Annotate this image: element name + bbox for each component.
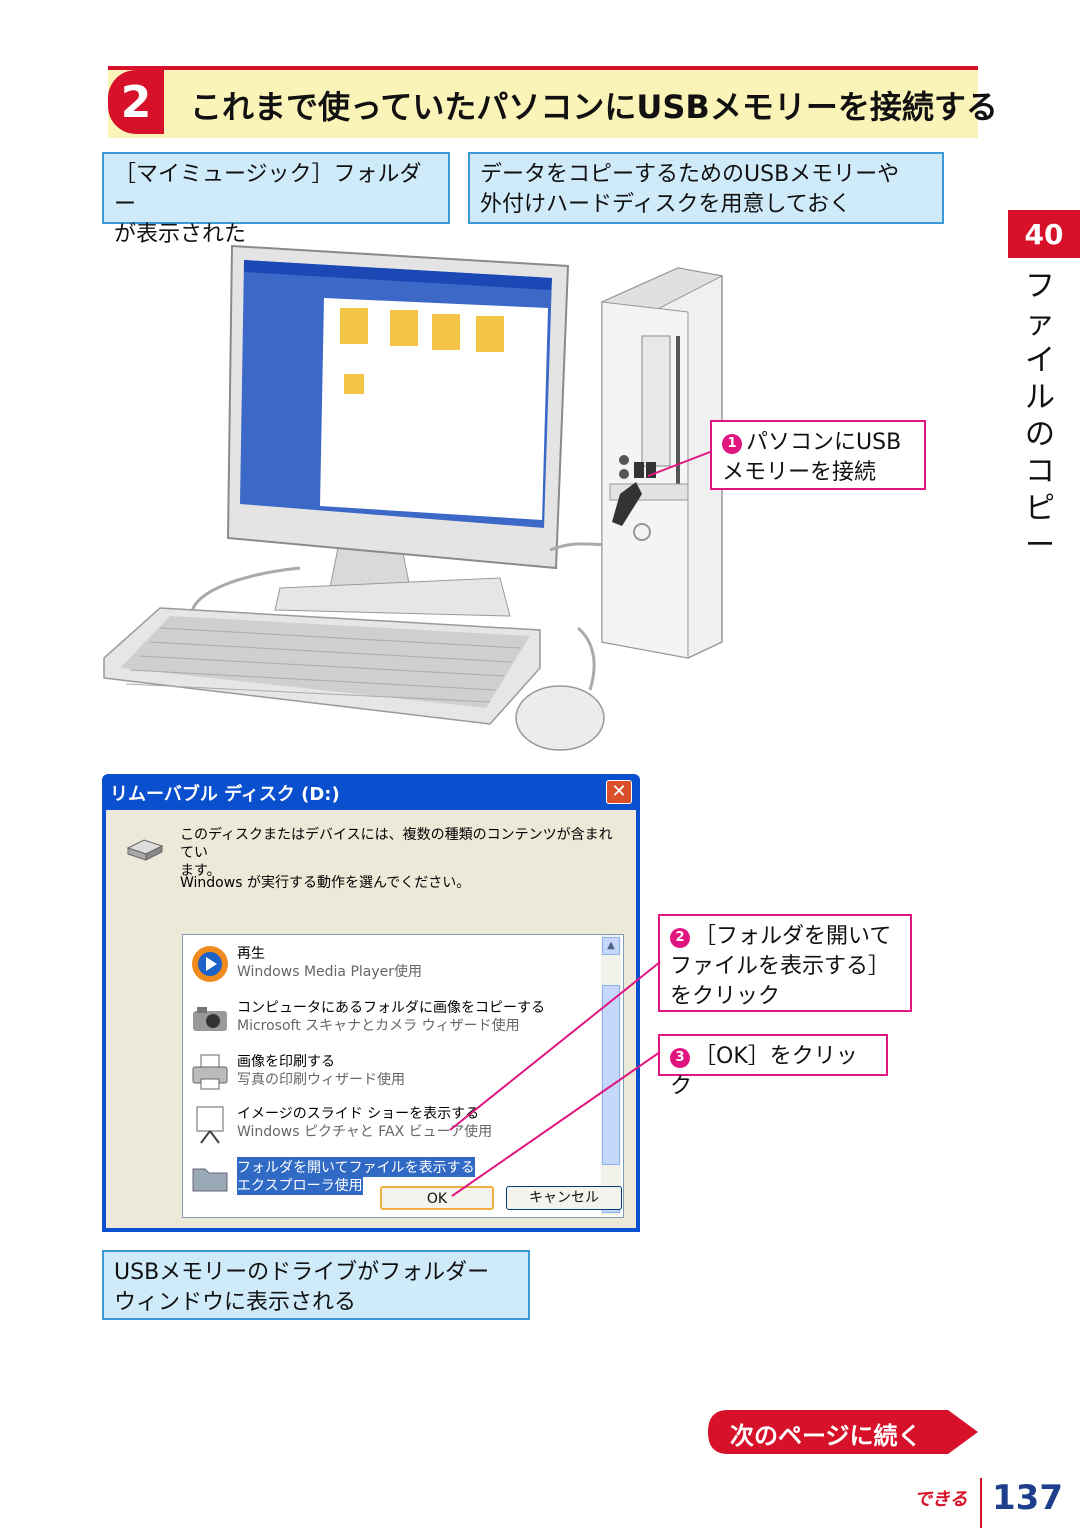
page-number: 137 <box>992 1478 1063 1518</box>
dialog-prompt: Windows が実行する動作を選んでください。 <box>180 875 471 891</box>
continue-label: 次のページに続く <box>730 1422 922 1450</box>
step-number-badge: 2 <box>108 70 164 134</box>
callout-2-text: ［フォルダを開いて ファイルを表示する］ をクリック <box>670 924 892 1009</box>
callout-1: 1 パソコンにUSB メモリーを接続 <box>710 420 926 490</box>
close-icon[interactable]: ✕ <box>606 780 632 804</box>
callout-3-text: ［OK］をクリック <box>670 1044 858 1099</box>
folder-icon <box>192 1168 228 1192</box>
brand-logo: できる <box>914 1489 968 1510</box>
callout-3: 3 ［OK］をクリック <box>658 1034 888 1099</box>
scrollbar[interactable]: ▲ ▼ <box>601 935 621 1215</box>
dialog-message: このディスクまたはデバイスには、複数の種類のコンテンツが含まれてい ます。 <box>180 827 613 879</box>
action-list[interactable]: 再生 Windows Media Player使用 コンピュータにあるフォルダに… <box>182 934 624 1218</box>
ok-button[interactable]: OK <box>380 1186 494 1210</box>
dialog-title: リムーバブル ディスク (D:) <box>110 784 340 805</box>
note-prepare-usb: データをコピーするためのUSBメモリーや 外付けハードディスクを用意しておく <box>468 152 944 224</box>
list-item-play[interactable]: 再生 Windows Media Player使用 <box>189 941 599 989</box>
item-subtitle: Windows ピクチャと FAX ビューア使用 <box>237 1124 493 1140</box>
footer-divider <box>980 1478 982 1528</box>
callout-1-text: パソコンにUSB メモリーを接続 <box>722 430 902 485</box>
item-subtitle: エクスプローラ使用 <box>237 1175 363 1195</box>
note-music-folder: ［マイミュージック］フォルダー が表示された <box>102 152 450 247</box>
item-subtitle: Windows Media Player使用 <box>237 964 423 980</box>
drive-icon <box>126 839 164 861</box>
slideshow-icon <box>196 1106 224 1144</box>
item-subtitle: 写真の印刷ウィザード使用 <box>237 1072 405 1088</box>
callout-3-number: 3 <box>670 1048 690 1068</box>
list-item-print[interactable]: 画像を印刷する 写真の印刷ウィザード使用 <box>189 1049 599 1097</box>
callout-1-number: 1 <box>722 434 742 454</box>
step-title: これまで使っていたパソコンにUSBメモリーを接続する <box>190 88 998 126</box>
media-player-icon <box>192 946 228 982</box>
scroll-thumb[interactable] <box>602 985 620 1165</box>
chapter-label: ファイルのコピー <box>1025 269 1055 563</box>
list-item-slideshow[interactable]: イメージのスライド ショーを表示する Windows ピクチャと FAX ビュー… <box>189 1101 599 1149</box>
note-result: USBメモリーのドライブがフォルダー ウィンドウに表示される <box>102 1250 530 1320</box>
item-title: コンピュータにあるフォルダに画像をコピーする <box>237 1000 545 1016</box>
item-title: 画像を印刷する <box>237 1054 335 1070</box>
dialog-body: このディスクまたはデバイスには、複数の種類のコンテンツが含まれてい ます。 Wi… <box>106 810 636 1228</box>
item-title: 再生 <box>237 946 265 962</box>
cancel-button[interactable]: キャンセル <box>506 1186 622 1210</box>
callout-2-number: 2 <box>670 928 690 948</box>
chapter-number: 40 <box>1008 210 1080 258</box>
scroll-up-icon[interactable]: ▲ <box>602 937 620 955</box>
camera-icon <box>193 1007 227 1031</box>
callout-2: 2 ［フォルダを開いて ファイルを表示する］ をクリック <box>658 914 912 1012</box>
item-title: フォルダを開いてファイルを表示する <box>237 1157 475 1177</box>
printer-icon <box>192 1054 228 1090</box>
list-item-copy-images[interactable]: コンピュータにあるフォルダに画像をコピーする Microsoft スキャナとカメ… <box>189 995 599 1043</box>
autoplay-dialog: リムーバブル ディスク (D:) ✕ このディスクまたはデバイスには、複数の種類… <box>102 774 640 1232</box>
pc-illustration <box>103 244 611 751</box>
item-subtitle: Microsoft スキャナとカメラ ウィザード使用 <box>237 1018 520 1034</box>
item-title: イメージのスライド ショーを表示する <box>237 1106 480 1122</box>
